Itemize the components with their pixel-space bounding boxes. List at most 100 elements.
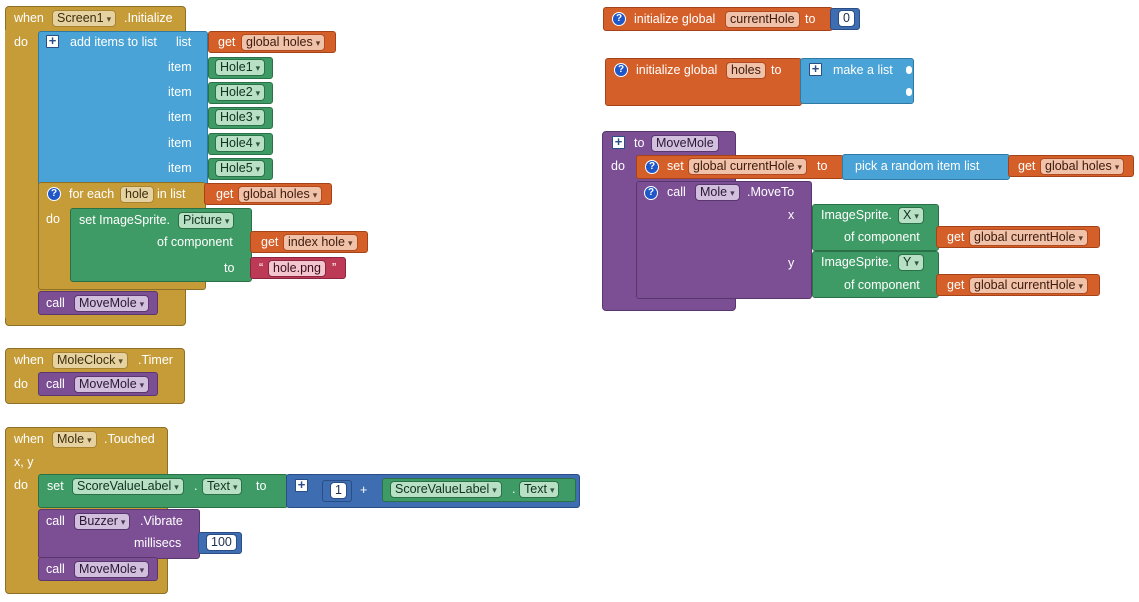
- chevron-down-icon: ▾: [118, 356, 123, 366]
- y-property-dropdown[interactable]: Y ▾: [898, 254, 924, 271]
- set-label-2: set: [667, 159, 684, 173]
- text-property-dropdown[interactable]: Text ▾: [202, 478, 243, 495]
- hole2-dropdown[interactable]: Hole2 ▾: [215, 84, 266, 101]
- chevron-down-icon: ▾: [914, 258, 919, 268]
- chevron-down-icon: ▾: [348, 238, 353, 248]
- index-hole-dropdown[interactable]: index hole ▾: [283, 234, 358, 251]
- buzzer-dropdown[interactable]: Buzzer ▾: [74, 513, 131, 530]
- screen1-component-dropdown[interactable]: Screen1 ▾: [52, 10, 117, 27]
- set-label: set: [47, 479, 64, 493]
- help-icon-2[interactable]: ?: [612, 12, 626, 26]
- x-property-label: X: [903, 208, 912, 222]
- hole5-dropdown[interactable]: Hole5 ▾: [215, 160, 266, 177]
- global-currenthole-dropdown-2[interactable]: global currentHole ▾: [969, 229, 1088, 246]
- hole1-label: Hole1: [220, 60, 253, 74]
- scorevaluelabel-dropdown-2[interactable]: ScoreValueLabel ▾: [390, 481, 502, 498]
- hole5-label: Hole5: [220, 161, 253, 175]
- mutator-plus-icon-4[interactable]: +: [612, 135, 625, 149]
- hole-png-label: hole.png: [273, 261, 321, 275]
- movemole-dropdown-3[interactable]: MoveMole ▾: [74, 561, 150, 578]
- item-label-1: item: [168, 60, 192, 74]
- mole-component-dropdown[interactable]: Mole ▾: [52, 431, 97, 448]
- holes-name-field[interactable]: holes: [726, 62, 766, 79]
- list-socket-2[interactable]: [906, 88, 912, 96]
- dot-label: .: [194, 479, 198, 493]
- millisecs-label: millisecs: [134, 536, 182, 550]
- init-global-label: initialize global: [634, 12, 716, 26]
- to-label-5: to: [817, 159, 828, 173]
- item-label-4: item: [168, 136, 192, 150]
- item-label-2: item: [168, 85, 192, 99]
- dot-label-2: .: [512, 482, 516, 496]
- chevron-down-icon: ▾: [1078, 281, 1083, 291]
- x-property-dropdown[interactable]: X ▾: [898, 207, 924, 224]
- call-label-4: call: [46, 562, 65, 576]
- mutator-plus-icon-3[interactable]: +: [809, 62, 822, 76]
- call-label-2: call: [46, 377, 65, 391]
- hole-png-text-field[interactable]: hole.png: [268, 260, 326, 277]
- help-icon[interactable]: ?: [47, 187, 61, 201]
- chevron-down-icon: ▾: [174, 482, 179, 492]
- global-currenthole-label: global currentHole: [693, 159, 795, 173]
- chevron-down-icon: ▾: [224, 216, 230, 226]
- list-socket-1[interactable]: [906, 66, 912, 74]
- chevron-down-icon: ▾: [255, 139, 261, 149]
- hole3-dropdown[interactable]: Hole3 ▾: [215, 109, 266, 126]
- help-icon-5[interactable]: ?: [644, 186, 658, 200]
- global-currenthole-dropdown-3[interactable]: global currentHole ▾: [969, 277, 1088, 294]
- of-component-label-3: of component: [844, 278, 920, 292]
- chevron-down-icon: ▾: [730, 188, 735, 198]
- global-currenthole-dropdown[interactable]: global currentHole ▾: [688, 158, 807, 175]
- buzzer-label: Buzzer: [79, 514, 118, 528]
- do-label-2: do: [46, 212, 60, 226]
- imagesprite-prefix-label: ImageSprite.: [821, 208, 892, 222]
- picture-property-dropdown[interactable]: Picture ▾: [178, 212, 235, 229]
- global-currenthole-label-3: global currentHole: [974, 278, 1076, 292]
- movemole-dropdown-2[interactable]: MoveMole ▾: [74, 376, 150, 393]
- chevron-down-icon: ▾: [1114, 162, 1120, 172]
- global-holes-label-2: global holes: [243, 187, 310, 201]
- movemole-dropdown[interactable]: MoveMole ▾: [74, 295, 150, 312]
- number-0-field[interactable]: 0: [838, 10, 855, 27]
- get-label-3: get: [261, 235, 279, 249]
- scorevaluelabel-dropdown[interactable]: ScoreValueLabel ▾: [72, 478, 184, 495]
- movemole-name-field[interactable]: MoveMole: [651, 135, 719, 152]
- moleclock-label: MoleClock: [57, 353, 116, 367]
- do-label-5: do: [611, 159, 625, 173]
- global-holes-dropdown-3[interactable]: global holes ▾: [1040, 158, 1125, 175]
- loop-variable-hole[interactable]: hole: [120, 186, 154, 203]
- chevron-down-icon: ▾: [312, 190, 318, 200]
- chevron-down-icon: ▾: [106, 14, 112, 24]
- global-holes-dropdown-2[interactable]: global holes ▾: [238, 186, 323, 203]
- chevron-down-icon: ▾: [232, 482, 238, 492]
- text-property-label: Text: [207, 479, 230, 493]
- mutator-plus-icon-2[interactable]: +: [295, 478, 308, 492]
- add-items-label: add items to list: [70, 35, 157, 49]
- mutator-plus-icon[interactable]: +: [46, 34, 59, 48]
- number-1-field[interactable]: 1: [330, 482, 347, 499]
- currenthole-name-field[interactable]: currentHole: [725, 11, 800, 28]
- get-label-4: get: [1018, 159, 1036, 173]
- pick-random-label: pick a random item list: [855, 159, 980, 173]
- plus-operator-label: +: [360, 483, 368, 497]
- scorevaluelabel-label: ScoreValueLabel: [77, 479, 172, 493]
- number-100-field[interactable]: 100: [206, 534, 237, 551]
- chevron-down-icon: ▾: [120, 517, 126, 527]
- help-icon-4[interactable]: ?: [645, 160, 659, 174]
- hole4-dropdown[interactable]: Hole4 ▾: [215, 135, 266, 152]
- when-label-3: when: [14, 432, 44, 446]
- mole-dropdown[interactable]: Mole ▾: [695, 184, 740, 201]
- movemole-label: MoveMole: [79, 296, 137, 310]
- text-property-dropdown-2[interactable]: Text ▾: [519, 481, 560, 498]
- chevron-down-icon: ▾: [87, 435, 92, 445]
- hole3-label: Hole3: [220, 110, 253, 124]
- help-icon-3[interactable]: ?: [614, 63, 628, 77]
- chevron-down-icon: ▾: [549, 485, 555, 495]
- timer-event-label: .Timer: [138, 353, 173, 367]
- global-holes-dropdown[interactable]: global holes ▾: [241, 34, 326, 51]
- moleclock-component-dropdown[interactable]: MoleClock ▾: [52, 352, 128, 369]
- global-currenthole-label-2: global currentHole: [974, 230, 1076, 244]
- in-list-label: in list: [157, 187, 186, 201]
- hole1-dropdown[interactable]: Hole1 ▾: [215, 59, 266, 76]
- list-label: list: [176, 35, 192, 49]
